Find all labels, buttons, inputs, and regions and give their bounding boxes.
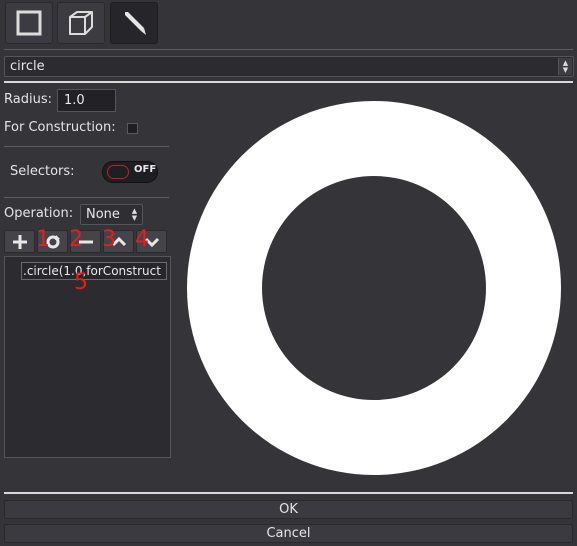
divider	[4, 197, 169, 198]
select-arrows-icon: ▲ ▼	[558, 58, 572, 75]
for-construction-label: For Construction:	[4, 120, 116, 135]
footer-divider	[4, 492, 573, 494]
select-arrows-icon: ▲ ▼	[131, 206, 138, 222]
add-operation-button[interactable]	[4, 230, 35, 253]
inner-circle	[262, 176, 486, 400]
operation-value: None	[86, 207, 120, 222]
divider	[4, 146, 169, 147]
ok-button[interactable]: OK	[4, 500, 573, 519]
pencil-icon	[125, 12, 146, 35]
selectors-label: Selectors:	[10, 164, 75, 179]
sketch-preview	[187, 101, 561, 475]
annotation-1: 1	[36, 227, 50, 252]
annotation-2: 2	[69, 227, 83, 252]
header-divider	[4, 81, 573, 83]
annotation-5: 5	[74, 270, 88, 295]
toggle-knob	[107, 165, 129, 179]
annotation-4: 4	[135, 227, 149, 252]
shape-type-value: circle	[10, 59, 45, 74]
rectangle-tool-button[interactable]	[5, 2, 53, 44]
selectors-toggle[interactable]: OFF	[102, 161, 158, 183]
cube-icon	[69, 11, 93, 35]
shape-type-select[interactable]: circle ▲ ▼	[4, 56, 574, 77]
toggle-state-text: OFF	[134, 164, 157, 175]
toolbar-divider	[4, 49, 573, 50]
cube-tool-button[interactable]	[57, 2, 105, 44]
for-construction-checkbox[interactable]	[127, 123, 138, 134]
list-item[interactable]: .circle(1.0,forConstruct	[21, 262, 167, 280]
square-icon	[16, 10, 42, 36]
sketch-tool-button[interactable]	[110, 2, 158, 44]
operation-select[interactable]: None ▲ ▼	[80, 204, 143, 225]
operation-label: Operation:	[4, 206, 74, 221]
cancel-button[interactable]: Cancel	[4, 524, 573, 543]
annotation-3: 3	[102, 227, 116, 252]
radius-label: Radius:	[4, 92, 52, 107]
add-icon	[12, 234, 27, 249]
radius-input[interactable]: 1.0	[57, 89, 116, 112]
